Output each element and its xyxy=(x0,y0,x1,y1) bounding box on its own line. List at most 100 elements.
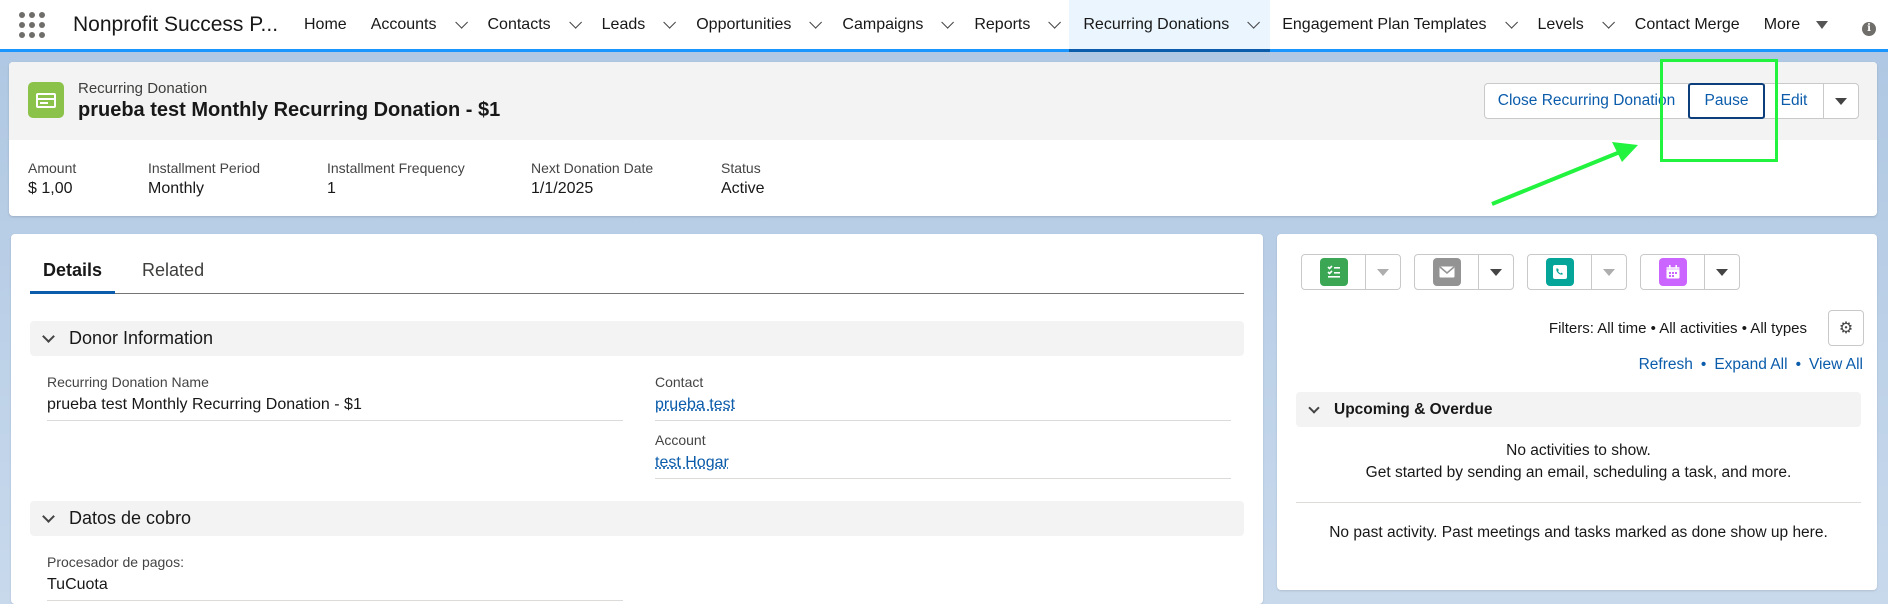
log-call-menu[interactable] xyxy=(1592,255,1626,289)
highlight-next-donation-date: Next Donation Date 1/1/2025 xyxy=(531,160,721,198)
field-value: prueba test Monthly Recurring Donation -… xyxy=(47,396,623,421)
email-button[interactable] xyxy=(1415,255,1479,289)
nav-item-contact-merge[interactable]: Contact Merge xyxy=(1623,0,1752,49)
log-call-button[interactable] xyxy=(1528,255,1592,289)
info-icon[interactable]: i xyxy=(1862,22,1876,36)
no-activities-message: No activities to show. Get started by se… xyxy=(1296,440,1861,484)
highlight-installment-frequency: Installment Frequency 1 xyxy=(327,160,531,198)
nav-item-label: Opportunities xyxy=(696,15,792,33)
nav-item-label: Accounts xyxy=(370,15,437,33)
nav-item-levels[interactable]: Levels xyxy=(1526,0,1623,49)
close-recurring-donation-button[interactable]: Close Recurring Donation xyxy=(1484,83,1689,119)
chevron-down-icon xyxy=(42,330,55,343)
account-link[interactable]: test Hogar xyxy=(655,454,729,471)
nav-item-label: Recurring Donations xyxy=(1083,15,1230,33)
field-label: Installment Frequency xyxy=(327,160,465,176)
nav-item-opportunities[interactable]: Opportunities xyxy=(684,0,830,49)
nav-item-label: Contact Merge xyxy=(1634,15,1740,33)
nav-item-label: Reports xyxy=(974,15,1031,33)
section-donor-information[interactable]: Donor Information xyxy=(30,321,1244,356)
nav-item-home[interactable]: Home xyxy=(292,0,359,49)
link-separator: • xyxy=(1700,356,1707,373)
section-upcoming-overdue[interactable]: Upcoming & Overdue xyxy=(1296,392,1861,427)
annotation-highlight-box xyxy=(1660,59,1778,162)
global-navigation: Nonprofit Success P... Home Accounts Con… xyxy=(0,0,1888,52)
credit-card-icon xyxy=(28,82,64,118)
waffle-icon xyxy=(19,11,45,38)
tab-related[interactable]: Related xyxy=(129,234,217,293)
chevron-down-icon[interactable] xyxy=(663,16,677,29)
field-label: Contact xyxy=(655,374,704,390)
chevron-down-icon[interactable] xyxy=(568,16,582,29)
email-icon xyxy=(1432,258,1461,286)
chevron-down-icon[interactable] xyxy=(1602,16,1615,29)
field-label: Recurring Donation Name xyxy=(47,374,209,390)
record-title: prueba test Monthly Recurring Donation -… xyxy=(78,99,501,121)
field-value: 1/1/2025 xyxy=(531,180,594,197)
nav-item-recurring-donations[interactable]: Recurring Donations xyxy=(1069,0,1271,52)
nav-item-engagement-plan-templates[interactable]: Engagement Plan Templates xyxy=(1270,0,1525,49)
view-all-link[interactable]: View All xyxy=(1809,356,1863,374)
nav-item-label: Leads xyxy=(601,15,646,33)
email-button-group xyxy=(1414,254,1514,290)
new-event-button[interactable] xyxy=(1641,255,1705,289)
chevron-down-icon[interactable] xyxy=(454,16,468,29)
nav-item-campaigns[interactable]: Campaigns xyxy=(830,0,962,49)
gear-icon: ⚙ xyxy=(1838,320,1854,337)
caret-down-icon xyxy=(1835,97,1847,105)
expand-all-link[interactable]: Expand All xyxy=(1714,356,1787,374)
log-call-icon xyxy=(1545,258,1574,286)
contact-link[interactable]: prueba test xyxy=(655,396,735,413)
chevron-down-icon[interactable] xyxy=(809,16,823,29)
email-menu[interactable] xyxy=(1479,255,1513,289)
record-tabs: Details Related xyxy=(30,234,1244,294)
new-event-menu[interactable] xyxy=(1705,255,1739,289)
caret-down-icon xyxy=(1716,268,1728,276)
field-label: Procesador de pagos: xyxy=(47,554,184,570)
chevron-down-icon xyxy=(1308,401,1320,414)
caret-down-icon xyxy=(1816,20,1829,29)
field-value: Monthly xyxy=(148,180,205,197)
field-account: Account test Hogar xyxy=(655,432,1231,479)
chevron-down-icon[interactable] xyxy=(1247,16,1261,29)
new-task-menu[interactable] xyxy=(1366,255,1400,289)
activity-settings-button[interactable]: ⚙ xyxy=(1828,310,1864,346)
nav-item-accounts[interactable]: Accounts xyxy=(359,0,476,49)
chevron-down-icon[interactable] xyxy=(1504,16,1518,29)
activity-composer-buttons xyxy=(1301,254,1740,290)
section-title: Datos de cobro xyxy=(69,508,192,528)
highlight-status: Status Active xyxy=(721,160,841,198)
nav-item-contacts[interactable]: Contacts xyxy=(476,0,590,49)
more-actions-button[interactable] xyxy=(1823,83,1859,119)
chevron-down-icon[interactable] xyxy=(941,16,955,29)
nav-item-leads[interactable]: Leads xyxy=(590,0,685,49)
divider xyxy=(1296,502,1861,503)
new-event-icon xyxy=(1658,258,1687,286)
highlight-amount: Amount $ 1,00 xyxy=(28,160,148,198)
field-label: Status xyxy=(721,160,761,176)
annotation-arrow xyxy=(1491,142,1638,206)
new-task-button[interactable] xyxy=(1302,255,1366,289)
app-launcher-button[interactable] xyxy=(0,0,58,49)
field-label: Next Donation Date xyxy=(531,160,654,176)
nav-item-reports[interactable]: Reports xyxy=(962,0,1069,49)
nav-item-more[interactable]: More xyxy=(1752,0,1840,49)
field-value: Active xyxy=(721,180,765,197)
activity-filters-text: Filters: All time • All activities • All… xyxy=(1548,320,1807,337)
refresh-link[interactable]: Refresh xyxy=(1639,356,1693,374)
chevron-down-icon[interactable] xyxy=(1048,16,1062,29)
section-datos-de-cobro[interactable]: Datos de cobro xyxy=(30,501,1244,536)
object-label: Recurring Donation xyxy=(78,80,208,97)
no-past-activity-message: No past activity. Past meetings and task… xyxy=(1329,524,1828,541)
chevron-down-icon xyxy=(42,510,55,523)
field-label: Account xyxy=(655,432,706,448)
caret-down-icon xyxy=(1490,268,1502,276)
details-card: Details Related Donor Information Recurr… xyxy=(11,234,1263,604)
tab-details[interactable]: Details xyxy=(30,234,116,294)
field-recurring-donation-name: Recurring Donation Name prueba test Mont… xyxy=(47,374,623,421)
empty-state-title: No activities to show. xyxy=(1506,442,1651,459)
link-separator: • xyxy=(1795,356,1801,373)
field-value: 1 xyxy=(327,180,336,197)
section-title: Upcoming & Overdue xyxy=(1334,400,1493,418)
new-task-button-group xyxy=(1301,254,1401,290)
